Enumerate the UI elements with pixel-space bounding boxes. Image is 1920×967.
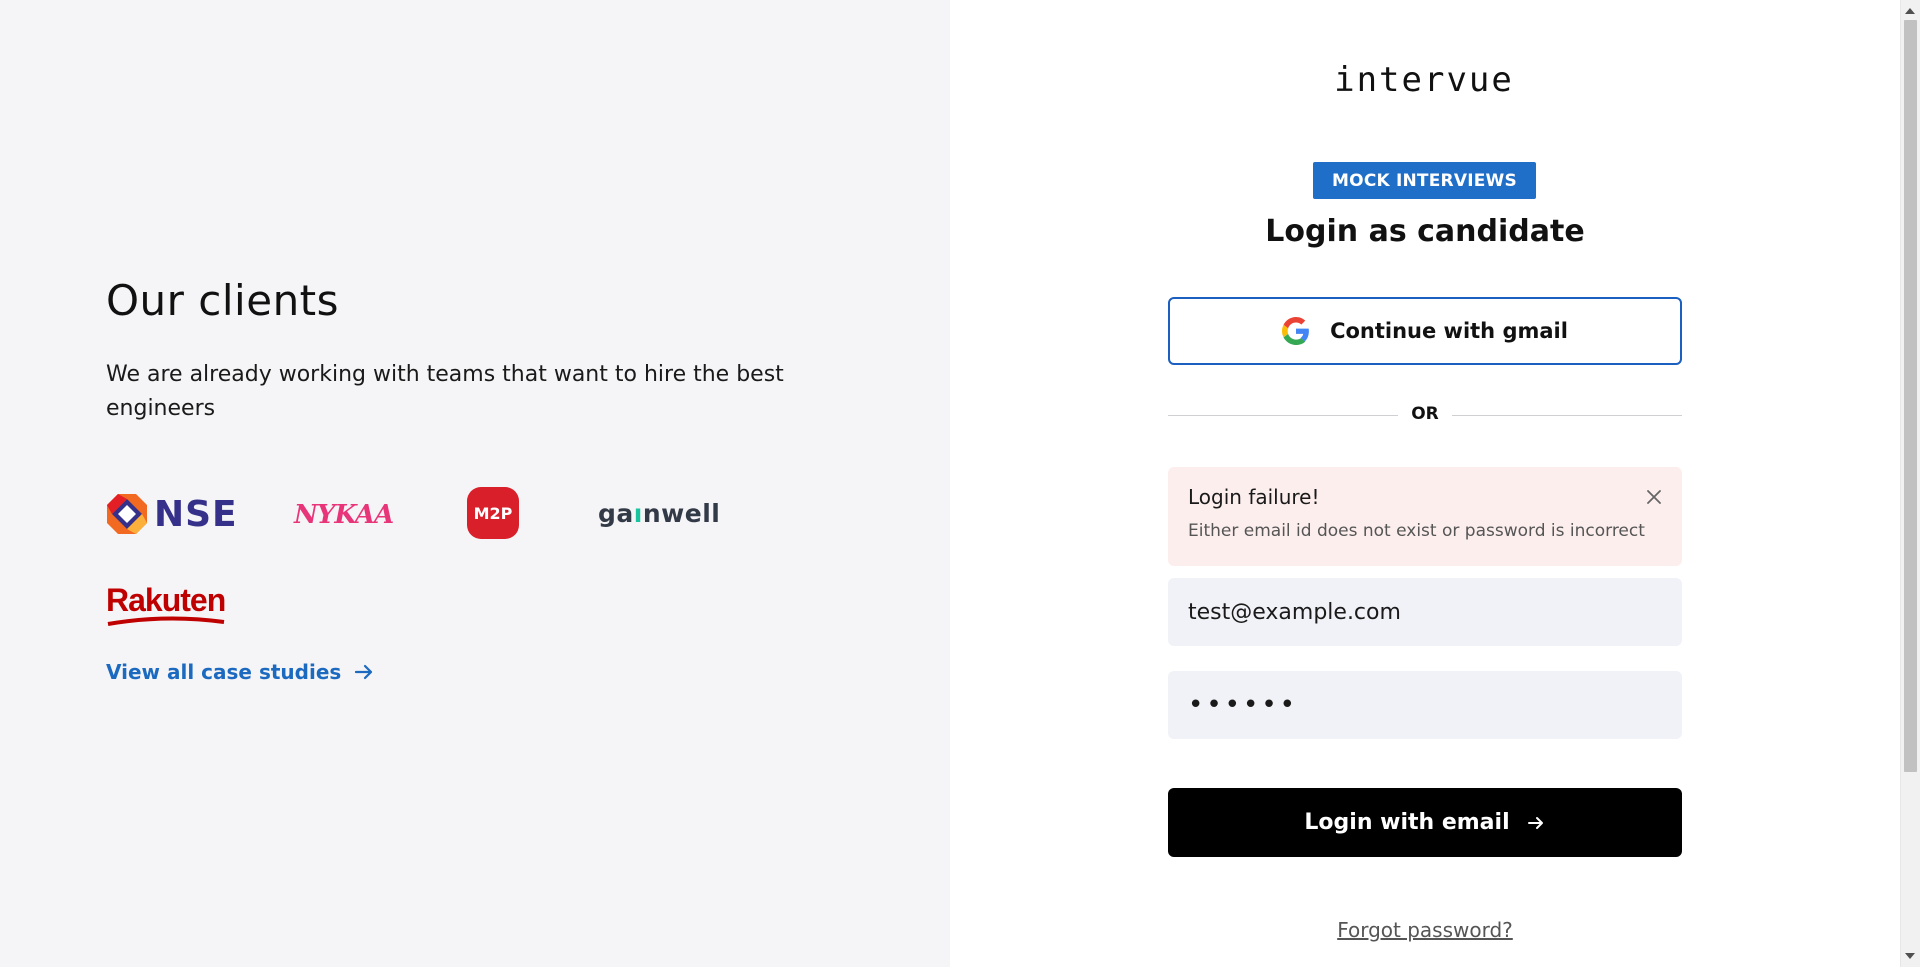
view-case-studies-link[interactable]: View all case studies (106, 660, 375, 684)
vertical-scrollbar[interactable] (1900, 0, 1920, 967)
scrollbar-thumb[interactable] (1904, 20, 1917, 772)
mock-interviews-badge: MOCK INTERVIEWS (1313, 162, 1536, 199)
nse-logo: NSE (106, 488, 238, 540)
email-field[interactable] (1168, 578, 1682, 646)
login-title: Login as candidate (1265, 214, 1585, 249)
rakuten-swoosh-icon (107, 616, 225, 626)
login-with-email-label: Login with email (1304, 810, 1510, 835)
forgot-password-link[interactable]: Forgot password? (1168, 918, 1682, 942)
continue-with-gmail-button[interactable]: Continue with gmail (1168, 297, 1682, 365)
scroll-down-icon[interactable] (1905, 953, 1915, 959)
or-divider: OR (1168, 403, 1682, 427)
arrow-right-icon (353, 661, 375, 683)
login-failure-alert: Login failure! Either email id does not … (1168, 467, 1682, 566)
rakuten-logo-text: Rakuten (106, 582, 226, 618)
scroll-up-icon[interactable] (1905, 8, 1915, 14)
gainwell-logo-accent: ı (633, 498, 643, 528)
nse-octagon-icon (107, 494, 147, 534)
clients-description: We are already working with teams that w… (106, 362, 784, 421)
nykaa-logo: NYKAA (294, 495, 394, 535)
divider-line-right (1452, 415, 1682, 416)
close-icon[interactable] (1644, 487, 1664, 507)
google-g-icon (1282, 317, 1309, 345)
nse-logo-text: NSE (154, 493, 238, 535)
rakuten-logo: Rakuten (106, 584, 226, 626)
clients-title: Our clients (106, 276, 340, 325)
login-with-email-button[interactable]: Login with email (1168, 788, 1682, 857)
clients-panel: Our clients We are already working with … (0, 0, 950, 967)
alert-message: Either email id does not exist or passwo… (1188, 521, 1645, 541)
gainwell-logo-suffix: nwell (642, 498, 721, 528)
alert-title: Login failure! (1188, 485, 1320, 509)
gainwell-logo-prefix: ga (598, 498, 634, 528)
gainwell-logo: ga ı nwell (598, 497, 720, 529)
m2p-logo: M2P (467, 487, 519, 539)
arrow-right-icon (1526, 813, 1546, 833)
continue-with-gmail-label: Continue with gmail (1330, 319, 1568, 343)
password-field[interactable] (1168, 671, 1682, 739)
nykaa-logo-text: NYKAA (294, 500, 394, 530)
view-case-studies-label: View all case studies (106, 660, 342, 684)
or-label: OR (1411, 404, 1439, 424)
m2p-logo-text: M2P (473, 503, 513, 523)
intervue-logo: intervue (1334, 60, 1514, 100)
